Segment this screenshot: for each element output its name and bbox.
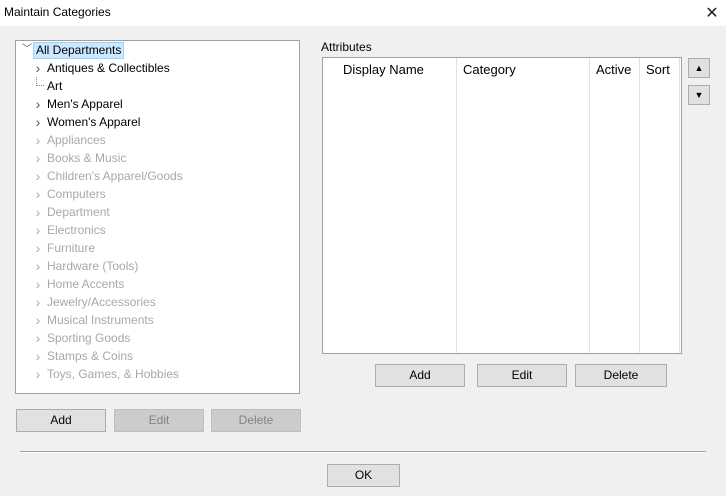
tree-item-label: Books & Music (47, 151, 127, 165)
window-title: Maintain Categories (4, 5, 111, 19)
tree-item-label: Furniture (47, 241, 96, 255)
chevron-right-icon[interactable]: › (32, 257, 44, 275)
chevron-right-icon[interactable]: › (32, 239, 44, 257)
delete-attribute-button[interactable]: Delete (575, 364, 667, 387)
triangle-down-icon: ▼ (694, 90, 704, 100)
add-attribute-button[interactable]: Add (375, 364, 465, 387)
title-bar: Maintain Categories ✕ (0, 0, 726, 26)
triangle-up-icon: ▲ (694, 63, 704, 73)
tree-item-label: Department (47, 205, 110, 219)
edit-attribute-button[interactable]: Edit (477, 364, 567, 387)
tree-item-label: Women's Apparel (47, 115, 141, 129)
column-divider (679, 58, 680, 353)
column-header-display-name[interactable]: Display Name (343, 58, 424, 82)
chevron-right-icon[interactable]: › (32, 149, 44, 167)
attributes-grid[interactable]: Display Name Category Active Sort (322, 57, 682, 354)
tree-item-label: Sporting Goods (47, 331, 131, 345)
tree-item-label: Jewelry/Accessories (47, 295, 156, 309)
tree-root-label: All Departments (33, 42, 125, 59)
column-divider (639, 58, 640, 353)
chevron-right-icon[interactable]: › (32, 221, 44, 239)
column-divider (589, 58, 590, 353)
chevron-right-icon[interactable]: › (32, 347, 44, 365)
chevron-right-icon[interactable]: › (32, 167, 44, 185)
chevron-right-icon[interactable]: › (32, 59, 44, 77)
column-header-sort[interactable]: Sort (646, 58, 670, 82)
chevron-right-icon[interactable]: › (32, 275, 44, 293)
tree-item-label: Home Accents (47, 277, 125, 291)
tree-item-label: Toys, Games, & Hobbies (47, 367, 180, 381)
tree-item-label: Men's Apparel (47, 97, 123, 111)
chevron-right-icon[interactable]: › (32, 113, 44, 131)
move-up-button[interactable]: ▲ (688, 58, 710, 78)
tree-item-label: Appliances (47, 133, 106, 147)
chevron-right-icon[interactable]: › (32, 203, 44, 221)
move-down-button[interactable]: ▼ (688, 85, 710, 105)
chevron-right-icon[interactable]: › (32, 95, 44, 113)
ok-button[interactable]: OK (327, 464, 400, 487)
add-category-button[interactable]: Add (16, 409, 106, 432)
close-icon: ✕ (705, 5, 719, 22)
chevron-right-icon[interactable]: › (32, 131, 44, 149)
column-header-active[interactable]: Active (596, 58, 631, 82)
tree-item-label: Electronics (47, 223, 106, 237)
chevron-right-icon[interactable]: › (32, 329, 44, 347)
tree-item-label: Stamps & Coins (47, 349, 134, 363)
chevron-right-icon[interactable]: › (32, 293, 44, 311)
close-button[interactable]: ✕ (700, 2, 724, 24)
attributes-label: Attributes (321, 40, 372, 54)
tree-item-label: Children's Apparel/Goods (47, 169, 183, 183)
chevron-right-icon[interactable]: › (32, 185, 44, 203)
tree-item-label: Art (47, 79, 63, 93)
chevron-right-icon[interactable]: › (32, 365, 44, 383)
tree-item-label: Musical Instruments (47, 313, 154, 327)
tree-connector-line (36, 77, 44, 86)
edit-category-button[interactable]: Edit (114, 409, 204, 432)
category-tree[interactable]: ﹀ All Departments › Antiques & Collectibl… (15, 40, 300, 394)
column-divider (456, 58, 457, 353)
tree-item-label: Antiques & Collectibles (47, 61, 170, 75)
tree-item-label: Hardware (Tools) (47, 259, 139, 273)
chevron-right-icon[interactable]: › (32, 311, 44, 329)
chevron-down-icon[interactable]: ﹀ (21, 41, 33, 59)
column-header-category[interactable]: Category (463, 58, 516, 82)
footer-separator (20, 451, 706, 453)
delete-category-button[interactable]: Delete (211, 409, 301, 432)
tree-item-label: Computers (47, 187, 106, 201)
